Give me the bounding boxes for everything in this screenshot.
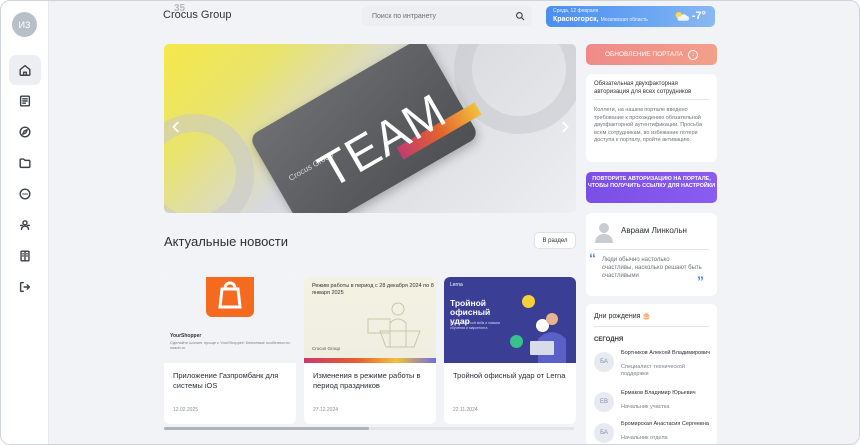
news-card-image: Lerna Тройной офисный удар Прокачайте so… — [444, 277, 576, 363]
avatar: БА — [594, 352, 614, 372]
avatar: БА — [594, 423, 614, 443]
quote-author: Авраам Линкольн — [621, 226, 687, 235]
search-input[interactable] — [362, 6, 512, 26]
weather-temperature: -7° — [691, 10, 706, 22]
news-section-title: Актуальные новости — [164, 234, 289, 249]
sidebar-item-files[interactable] — [9, 148, 41, 178]
news-horizontal-scrollbar[interactable] — [164, 427, 574, 430]
birthday-person[interactable]: ЕВ Ермаков Владимир Юрьевич Начальник уч… — [594, 390, 714, 420]
notice-card: Обязательная двухфакторная авторизация д… — [586, 74, 717, 162]
company-logo[interactable]: 35 Crocus Group — [163, 3, 231, 21]
chevron-left-icon — [172, 121, 179, 133]
weather-date: Среда, 12 февраля — [553, 8, 599, 14]
news-image-text: Прокачайте soft skills и навыки обучения… — [450, 321, 500, 330]
news-card-date: 27.12.2024 — [313, 407, 339, 413]
news-card-image: Режим работы в период с 28 декабря 2024 … — [304, 277, 436, 363]
news-card[interactable]: Режим работы в период с 28 декабря 2024 … — [304, 277, 436, 424]
users-icon — [19, 220, 31, 231]
quote-close-icon: ” — [697, 273, 704, 289]
portal-window: ИЗ 35 Crocus Group Поиск по интранету Ср… — [0, 0, 860, 445]
person-role: Специалист технической поддержки — [621, 364, 685, 377]
sidebar-item-logout[interactable] — [9, 272, 41, 302]
news-card[interactable]: Lerna Тройной офисный удар Прокачайте so… — [444, 277, 576, 424]
user-avatar[interactable]: ИЗ — [12, 12, 37, 37]
news-image-stripe — [304, 358, 436, 363]
news-image-brand: YourShopper — [170, 333, 202, 339]
sidebar-item-news[interactable] — [9, 86, 41, 116]
office-worker-illustration — [367, 302, 421, 348]
chevron-right-icon — [562, 121, 569, 133]
weather-widget[interactable]: Среда, 12 февраля Красногорск, Московская… — [546, 6, 715, 27]
person-silhouette-icon — [595, 223, 613, 243]
shopping-bag-icon — [206, 277, 254, 317]
divider — [594, 99, 709, 100]
sidebar-item-chat[interactable] — [9, 179, 41, 209]
quote-card: Авраам Линкольн “ Люди обычно настолько … — [586, 213, 717, 296]
sidebar-item-compass[interactable] — [9, 117, 41, 147]
divider — [594, 326, 709, 327]
person-name: Ермаков Владимир Юрьевич — [621, 390, 696, 396]
news-section-button[interactable]: В раздел — [534, 232, 576, 249]
partly-cloudy-icon — [675, 12, 690, 21]
scrollbar-thumb[interactable] — [164, 427, 369, 430]
birthday-person[interactable]: БА Бортников Алексей Владимирович Специа… — [594, 350, 714, 380]
weather-location: Красногорск, Московская область — [553, 16, 648, 23]
birthdays-card: Дни рождения 🎂 СЕГОДНЯ БА Бортников Алек… — [586, 304, 717, 444]
news-card[interactable]: YourShopper Сделайте шопинг проще с Your… — [164, 277, 296, 424]
chat-icon — [19, 188, 31, 200]
notice-heading: Обязательная двухфакторная авторизация д… — [594, 81, 692, 95]
divider — [594, 249, 709, 250]
news-card-title: Тройной офисный удар от Lerna — [453, 371, 566, 380]
birthdays-today-label: СЕГОДНЯ — [594, 337, 624, 343]
sidebar: ИЗ — [1, 1, 49, 444]
notice-body: Коллеги, на нашем портале введено требов… — [594, 107, 702, 143]
logout-icon — [19, 281, 31, 293]
news-card-date: 12.02.2025 — [173, 407, 199, 413]
compass-icon — [19, 126, 31, 138]
news-icon — [19, 95, 31, 107]
news-image-brand: Crocus Group — [312, 346, 341, 351]
reauth-button[interactable]: ПОВТОРИТЕ АВТОРИЗАЦИЮ НА ПОРТАЛЕ, ЧТОБЫ … — [586, 172, 717, 203]
person-laptop-illustration — [530, 313, 566, 363]
quote-open-icon: “ — [589, 250, 596, 266]
news-card-date: 22.11.2024 — [453, 407, 478, 413]
person-role: Начальник участка — [621, 404, 670, 410]
sidebar-item-home[interactable] — [9, 55, 41, 85]
logo-anniversary-number: 35 — [174, 3, 186, 14]
banner-next-button[interactable] — [558, 120, 572, 134]
weather-region: Московская область — [600, 17, 648, 23]
news-card-title: Изменения в режиме работы в период празд… — [313, 371, 421, 390]
birthday-person[interactable]: БА Бромирская Анастасия Сергеевна Началь… — [594, 421, 714, 444]
hero-banner[interactable]: Crocus Group TEAM — [164, 44, 576, 213]
check-icon — [510, 335, 523, 348]
person-name: Бромирская Анастасия Сергеевна — [621, 421, 709, 427]
birthdays-title: Дни рождения 🎂 — [594, 313, 652, 320]
weather-city: Красногорск, — [553, 16, 599, 23]
sidebar-item-people[interactable] — [9, 210, 41, 240]
portal-update-label: ОБНОВЛЕНИЕ ПОРТАЛА — [604, 51, 684, 58]
person-role: Начальник отдела — [621, 435, 668, 441]
arrow-down-icon: ↓ — [688, 49, 699, 60]
news-card-image: YourShopper Сделайте шопинг проще с Your… — [164, 277, 296, 363]
banner-prev-button[interactable] — [169, 120, 183, 134]
news-image-text: Сделайте шопинг проще с YourShopper! Клю… — [170, 340, 291, 350]
portal-update-button[interactable]: ОБНОВЛЕНИЕ ПОРТАЛА ↓ — [586, 44, 717, 65]
news-image-text: Режим работы в период с 28 декабря 2024 … — [312, 283, 434, 296]
folder-icon — [19, 158, 31, 169]
sidebar-item-directory[interactable] — [9, 241, 41, 271]
news-image-brand: Lerna — [450, 282, 463, 288]
search-icon[interactable] — [515, 11, 525, 21]
person-name: Бортников Алексей Владимирович — [621, 350, 711, 356]
quote-text: Люди обычно настолько счастливы, насколь… — [602, 257, 702, 279]
avatar: ЕВ — [594, 392, 614, 412]
search-bar — [362, 6, 532, 26]
directory-icon — [20, 250, 30, 262]
home-icon — [19, 64, 31, 76]
news-card-title: Приложение Газпромбанк для системы iOS — [173, 371, 279, 390]
